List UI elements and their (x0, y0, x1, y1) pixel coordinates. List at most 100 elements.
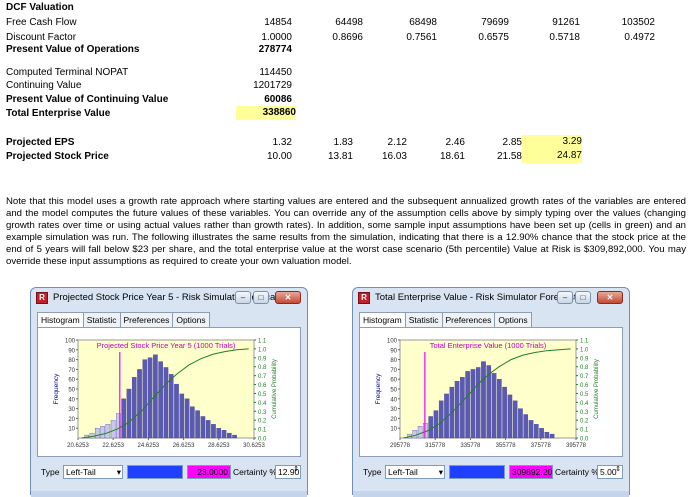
forecast-window-stock[interactable]: R Projected Stock Price Year 5 - Risk Si… (30, 287, 308, 497)
lower-value-box[interactable] (449, 465, 505, 479)
y2-tick-label: 0.4 (258, 401, 267, 407)
spinner-icon[interactable]: ⇕ (615, 464, 621, 476)
eps-cell[interactable]: 1.83 (293, 137, 353, 148)
histogram-bar (211, 424, 216, 439)
fcf-cell[interactable]: 91261 (520, 17, 580, 28)
upper-value-box[interactable]: 309892.20 (509, 465, 553, 479)
y2-tick-label: 0.4 (580, 401, 589, 407)
forecast-window-tev[interactable]: R Total Enterprise Value - Risk Simulato… (352, 287, 630, 497)
maximize-icon[interactable]: □ (253, 291, 269, 304)
fcf-cell[interactable]: 79699 (449, 17, 509, 28)
x-tick-label: 375778 (531, 443, 552, 449)
histogram-bar (428, 416, 433, 439)
chevron-down-icon: ▾ (116, 467, 121, 477)
spinner-icon[interactable]: ⇕ (293, 464, 299, 476)
df-cell[interactable]: 0.7561 (377, 32, 437, 43)
y-tick-label: 10 (390, 427, 397, 433)
forecast-controls: Type Left-Tail ▾ 309892.20 Certainty % 5.… (359, 462, 623, 484)
tab-options[interactable]: Options (172, 312, 210, 327)
type-select-value: Left-Tail (66, 467, 96, 477)
pv-continuing-cell[interactable]: 60086 (232, 94, 292, 105)
df-cell[interactable]: 0.6575 (449, 32, 509, 43)
histogram-bar (158, 361, 163, 439)
lower-value-box[interactable] (127, 465, 183, 479)
y2-tick-label: 0.3 (580, 410, 589, 416)
tab-statistic[interactable]: Statistic (404, 312, 443, 327)
certainty-input[interactable]: 12.90 ⇕ (275, 465, 301, 479)
y2-tick-label: 1.1 (258, 339, 267, 345)
close-icon[interactable]: ✕ (275, 291, 301, 304)
fcf-cell[interactable]: 64498 (303, 17, 363, 28)
histogram-bar (195, 410, 200, 439)
maximize-icon[interactable]: □ (575, 291, 591, 304)
fcf-cell[interactable]: 14854 (232, 17, 292, 28)
price-cell[interactable]: 16.03 (347, 151, 407, 162)
fcf-cell[interactable]: 68498 (377, 17, 437, 28)
fcf-label: Free Cash Flow (6, 17, 77, 28)
eps-cell-final[interactable]: 3.29 (522, 135, 582, 149)
minimize-icon[interactable]: – (557, 291, 573, 304)
y2-tick-label: 0.8 (580, 365, 589, 371)
tab-preferences[interactable]: Preferences (441, 312, 496, 327)
price-cell[interactable]: 21.58 (462, 151, 522, 162)
histogram-panel: Total Enterprise Value (1000 Trials) 100 9… (359, 327, 623, 457)
x-tick-label: 20.6253 (67, 443, 89, 449)
histogram-bar (121, 398, 126, 439)
pv-ops-cell[interactable]: 278774 (232, 44, 292, 55)
histogram-bar (502, 386, 507, 439)
histogram-bar (100, 426, 105, 439)
histogram-bar (412, 430, 418, 439)
tab-bar: Histogram Statistic Preferences Options (359, 312, 532, 328)
y-tick-label: 50 (68, 388, 75, 394)
histogram-bar (205, 420, 211, 439)
y2-tick-label: 0.2 (580, 419, 589, 425)
tab-statistic[interactable]: Statistic (82, 312, 121, 327)
df-cell[interactable]: 1.0000 (232, 32, 292, 43)
fcf-cell[interactable]: 103502 (595, 17, 655, 28)
histogram-bar (95, 428, 100, 439)
minimize-icon[interactable]: – (235, 291, 251, 304)
upper-value-box[interactable]: 23.0000 (187, 465, 231, 479)
y-tick-label: 50 (390, 388, 397, 394)
certainty-input[interactable]: 5.00 ⇕ (597, 465, 623, 479)
y2-axis-label: Cumulative Probability (594, 359, 600, 419)
eps-label: Projected EPS (6, 137, 75, 148)
df-cell[interactable]: 0.4972 (595, 32, 655, 43)
histogram-bar (190, 406, 195, 439)
tab-preferences[interactable]: Preferences (119, 312, 174, 327)
continuing-value-cell[interactable]: 1201729 (232, 80, 292, 91)
type-select[interactable]: Left-Tail ▾ (63, 465, 123, 479)
eps-cell[interactable]: 2.46 (405, 137, 465, 148)
nopat-cell[interactable]: 114450 (232, 67, 292, 78)
price-cell[interactable]: 10.00 (232, 151, 292, 162)
tab-histogram[interactable]: Histogram (359, 312, 406, 328)
tev-cell[interactable]: 338860 (236, 106, 296, 120)
pv-ops-label: Present Value of Operations (6, 44, 140, 55)
y2-tick-label: 1.0 (258, 347, 267, 353)
y-axis-label: Frequency (375, 373, 382, 404)
price-cell[interactable]: 18.61 (405, 151, 465, 162)
y2-tick-label: 0.9 (258, 356, 267, 362)
eps-cell[interactable]: 2.12 (347, 137, 407, 148)
price-cell-final[interactable]: 24.87 (522, 149, 582, 163)
df-cell[interactable]: 0.5718 (520, 32, 580, 43)
tab-histogram[interactable]: Histogram (37, 312, 84, 328)
x-tick-label: 335778 (460, 443, 481, 449)
y-tick-label: 30 (68, 407, 75, 413)
histogram-bar (491, 373, 497, 439)
histogram-bar (137, 369, 142, 439)
histogram-bar (481, 361, 486, 439)
price-cell[interactable]: 13.81 (293, 151, 353, 162)
close-icon[interactable]: ✕ (597, 291, 623, 304)
histogram-bar (549, 433, 555, 439)
histogram-bar (216, 428, 222, 439)
eps-cell[interactable]: 1.32 (232, 137, 292, 148)
eps-cell[interactable]: 2.85 (462, 137, 522, 148)
type-select[interactable]: Left-Tail ▾ (385, 465, 445, 479)
type-select-value: Left-Tail (388, 467, 418, 477)
df-label: Discount Factor (6, 32, 77, 43)
tab-options[interactable]: Options (494, 312, 532, 327)
y-tick-label: 100 (65, 339, 76, 345)
df-cell[interactable]: 0.8696 (303, 32, 363, 43)
histogram-chart: Projected Stock Price Year 5 (1000 Trial… (53, 339, 278, 450)
